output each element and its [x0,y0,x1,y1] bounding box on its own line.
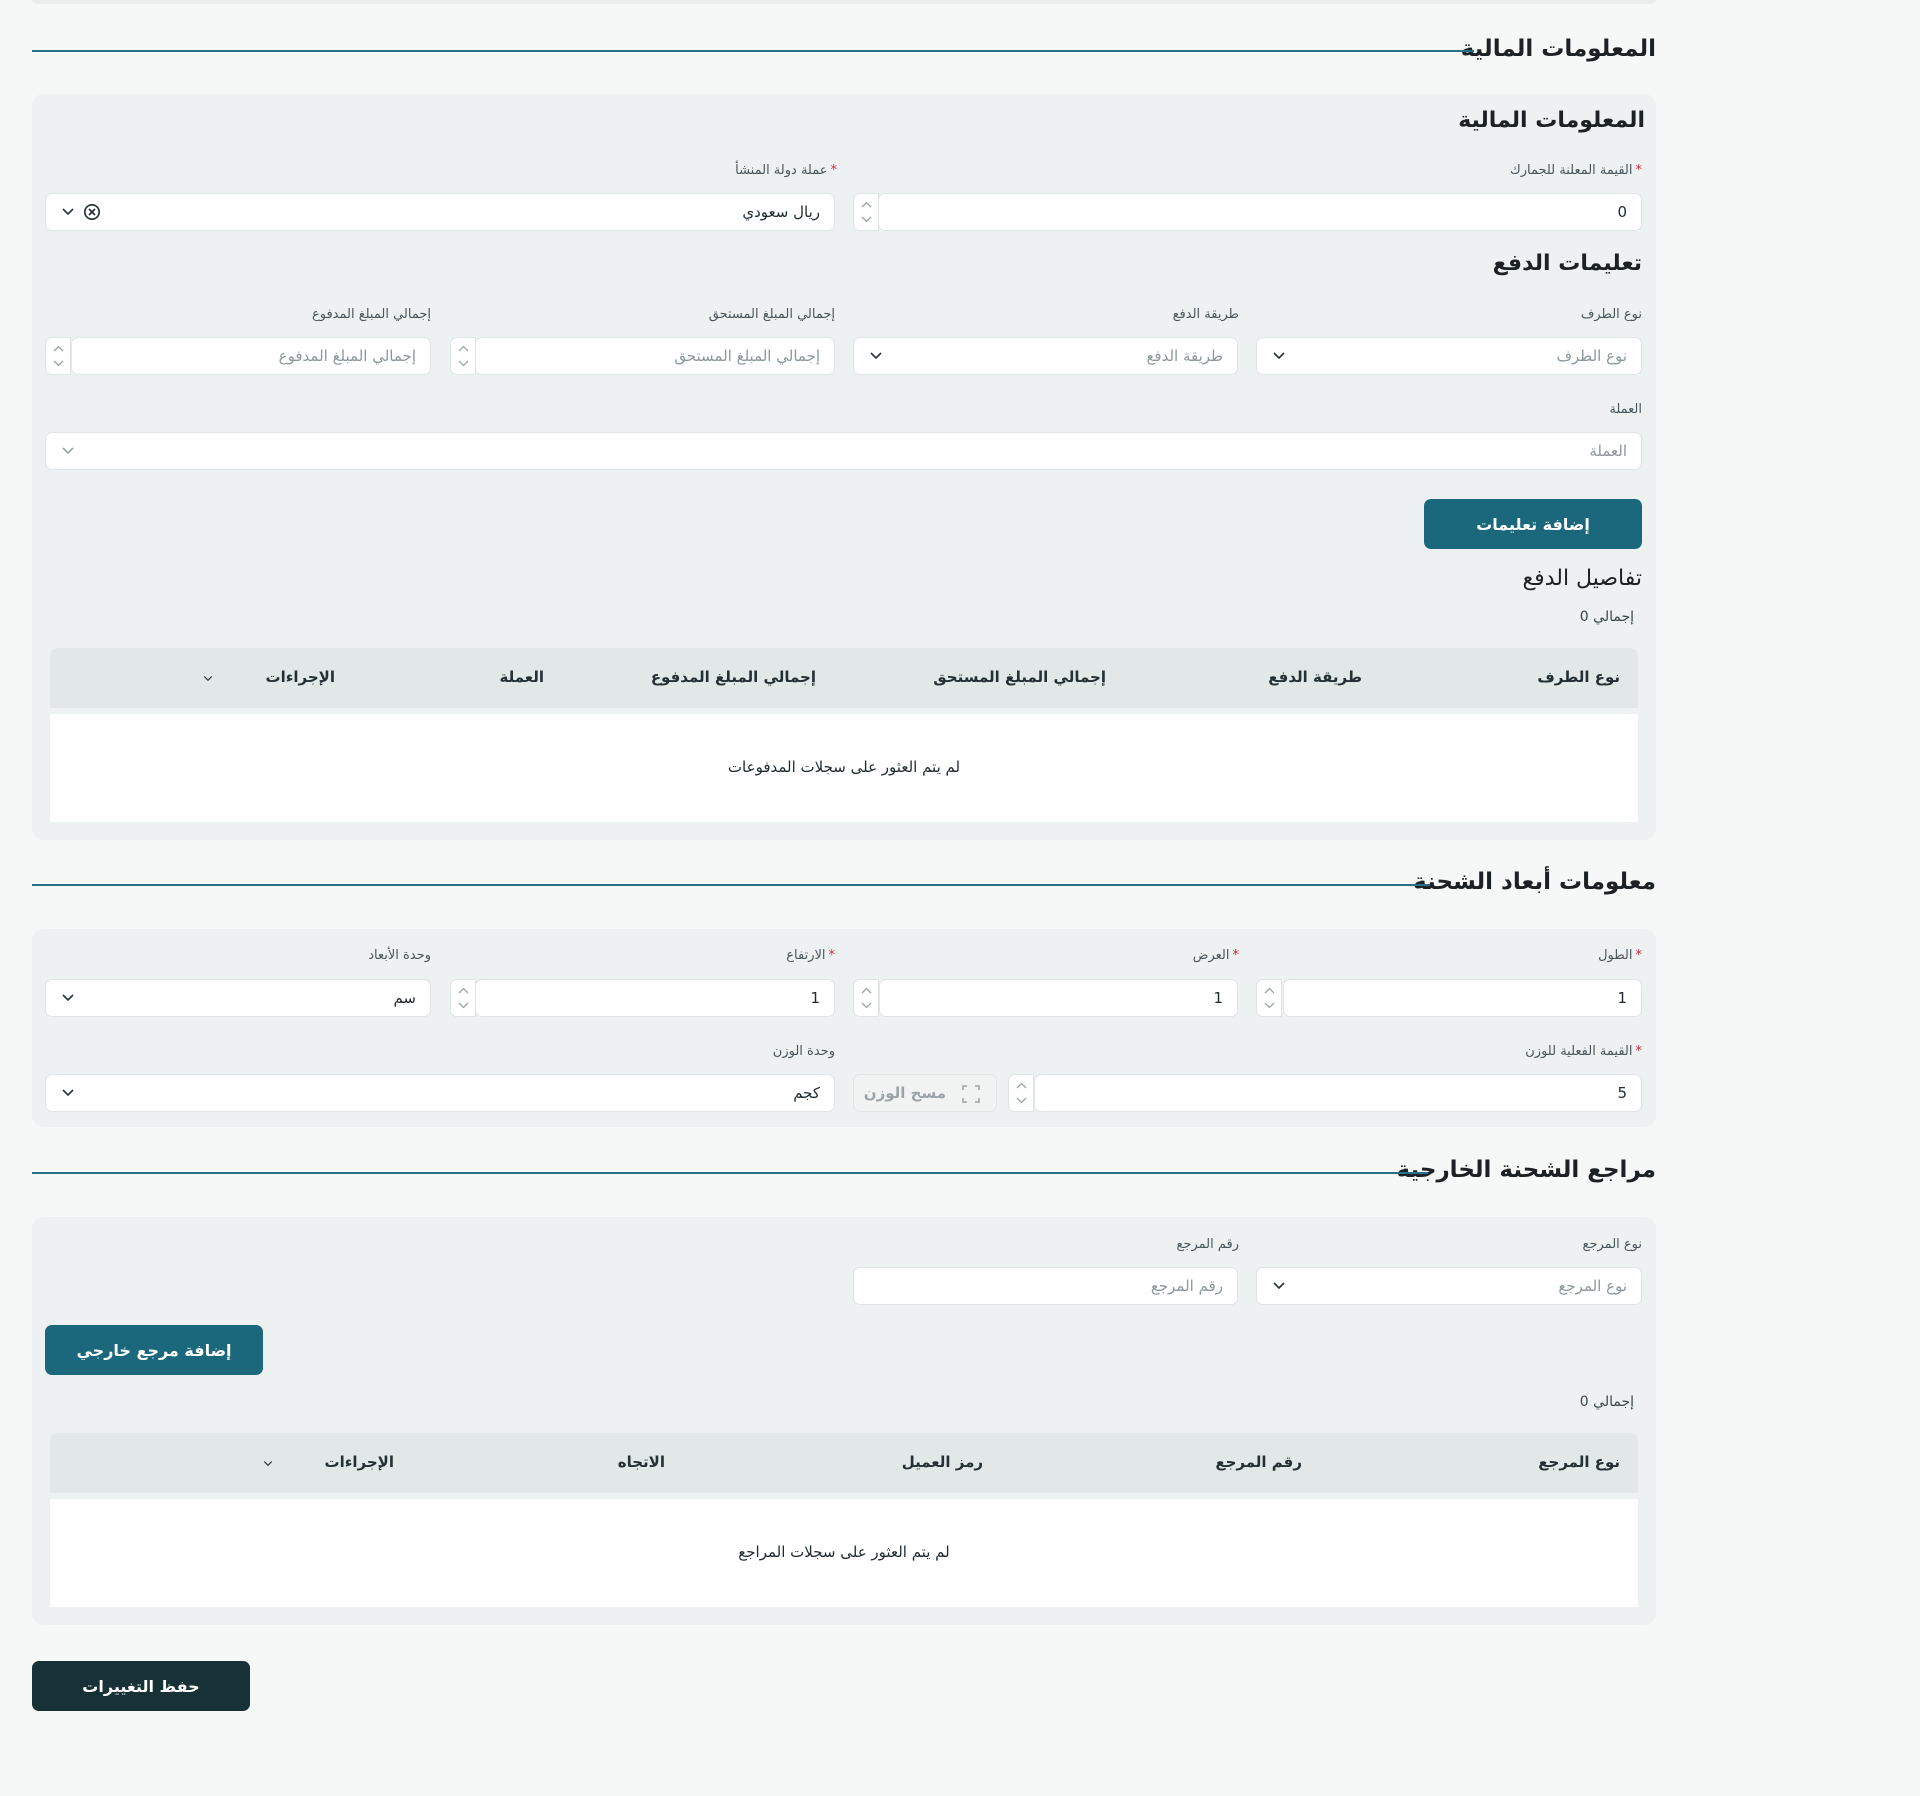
stepper-down-icon[interactable] [53,360,64,367]
height-label: *الارتفاع [786,948,835,963]
dimension-unit-select[interactable]: سم [45,979,431,1017]
payment-method-label: طريقة الدفع [1172,307,1239,322]
length-stepper[interactable] [1256,979,1282,1017]
dimensions-section-line [32,884,1430,886]
stepper-up-icon[interactable] [1264,987,1275,994]
add-external-reference-button[interactable]: إضافة مرجع خارجي [45,1325,263,1375]
references-section-title: مراجع الشحنة الخارجية [1396,1157,1656,1183]
weight-unit-label: وحدة الوزن [772,1044,835,1059]
party-type-label: نوع الطرف [1580,307,1642,322]
add-instructions-button[interactable]: إضافة تعليمات [1424,499,1642,549]
column-header: طريقة الدفع [1268,668,1362,686]
chevron-down-icon[interactable] [60,989,76,1005]
stepper-down-icon[interactable] [861,1002,872,1009]
width-input[interactable]: 1 [879,979,1238,1017]
origin-currency-label: *عملة دولة المنشأ [735,163,837,178]
declared-value-label: *القيمة المعلنة للجمارك [1509,163,1642,178]
chevron-down-icon[interactable] [60,442,76,458]
total-due-input[interactable]: إجمالي المبلغ المستحق [475,337,835,375]
page: المعلومات المالية المعلومات المالية *الق… [0,0,1920,1796]
payment-table-body: لم يتم العثور على سجلات المدفوعات [50,714,1638,822]
payment-method-select[interactable]: طريقة الدفع [853,337,1238,375]
actions-column-header[interactable]: الإجراءات [325,1453,394,1471]
references-table-body: لم يتم العثور على سجلات المراجع [50,1499,1638,1607]
stepper-down-icon[interactable] [458,360,469,367]
party-type-select[interactable]: نوع الطرف [1256,337,1642,375]
top-divider [32,0,1656,4]
financial-section-title: المعلومات المالية [1460,36,1656,62]
reference-number-label: رقم المرجع [1176,1237,1240,1252]
total-paid-input[interactable]: إجمالي المبلغ المدفوع [71,337,431,375]
column-header: العملة [499,668,544,686]
actual-weight-input[interactable]: 5 [1034,1074,1642,1112]
stepper-up-icon[interactable] [53,345,64,352]
reference-number-input[interactable]: رقم المرجع [853,1267,1238,1305]
chevron-down-icon[interactable] [1271,1277,1287,1293]
currency-label: العملة [1609,402,1642,417]
stepper-up-icon[interactable] [861,987,872,994]
column-header: نوع الطرف [1537,668,1620,686]
declared-value-input[interactable]: 0 [878,193,1642,231]
chevron-down-icon[interactable] [262,1457,274,1469]
save-changes-button[interactable]: حفظ التغييرات [32,1661,250,1711]
references-empty-message: لم يتم العثور على سجلات المراجع [738,1543,950,1561]
column-header: إجمالي المبلغ المستحق [933,668,1106,686]
total-due-label: إجمالي المبلغ المستحق [708,307,835,322]
length-input[interactable]: 1 [1283,979,1642,1017]
total-paid-label: إجمالي المبلغ المدفوع [311,307,431,322]
chevron-down-icon[interactable] [1271,347,1287,363]
height-stepper[interactable] [450,979,476,1017]
actual-weight-label: *القيمة الفعلية للوزن [1525,1044,1642,1059]
payment-instructions-title: تعليمات الدفع [1492,251,1642,276]
actions-column-header[interactable]: الإجراءات [266,668,335,686]
dimension-unit-label: وحدة الأبعاد [368,948,431,963]
stepper-down-icon[interactable] [458,1002,469,1009]
scan-weight-button[interactable]: مسح الوزن [853,1074,997,1112]
total-due-stepper[interactable] [450,337,476,375]
column-header: إجمالي المبلغ المدفوع [650,668,816,686]
column-header: رمز العميل [901,1453,983,1471]
dimensions-section-title: معلومات أبعاد الشحنة [1413,869,1656,895]
weight-unit-select[interactable]: كجم [45,1074,835,1112]
references-section-line [32,1172,1428,1174]
clear-circle-icon[interactable] [83,203,101,221]
length-label: *الطول [1598,948,1642,963]
stepper-down-icon[interactable] [1016,1097,1027,1104]
total-paid-stepper[interactable] [45,337,71,375]
payment-table-header: نوع الطرف طريقة الدفع إجمالي المبلغ المس… [50,648,1638,708]
stepper-up-icon[interactable] [458,345,469,352]
stepper-down-icon[interactable] [1264,1002,1275,1009]
column-header: الاتجاه [617,1453,665,1471]
reference-type-label: نوع المرجع [1582,1237,1642,1252]
payment-details-title: تفاصيل الدفع [1522,566,1642,591]
scan-frame-icon [962,1085,980,1103]
payment-empty-message: لم يتم العثور على سجلات المدفوعات [727,758,961,776]
stepper-up-icon[interactable] [861,201,872,208]
chevron-down-icon[interactable] [202,672,214,684]
chevron-down-icon[interactable] [868,347,884,363]
stepper-down-icon[interactable] [861,216,872,223]
height-input[interactable]: 1 [475,979,835,1017]
financial-section-line [32,50,1474,52]
stepper-up-icon[interactable] [1016,1082,1027,1089]
declared-value-stepper[interactable] [853,193,879,231]
stepper-up-icon[interactable] [458,987,469,994]
references-table-header: نوع المرجع رقم المرجع رمز العميل الاتجاه… [50,1433,1638,1493]
width-label: *العرض [1192,948,1239,963]
chevron-down-icon[interactable] [60,203,76,219]
column-header: رقم المرجع [1215,1453,1302,1471]
payment-total-count: إجمالي 0 [1579,609,1634,625]
column-header: نوع المرجع [1538,1453,1620,1471]
financial-panel-title: المعلومات المالية [1458,108,1645,133]
currency-select[interactable]: العملة [45,432,1642,470]
origin-currency-select[interactable]: ريال سعودي [45,193,835,231]
width-stepper[interactable] [853,979,879,1017]
references-total-count: إجمالي 0 [1579,1394,1634,1410]
chevron-down-icon[interactable] [60,1084,76,1100]
reference-type-select[interactable]: نوع المرجع [1256,1267,1642,1305]
actual-weight-stepper[interactable] [1008,1074,1034,1112]
scan-weight-label: مسح الوزن [863,1084,946,1102]
